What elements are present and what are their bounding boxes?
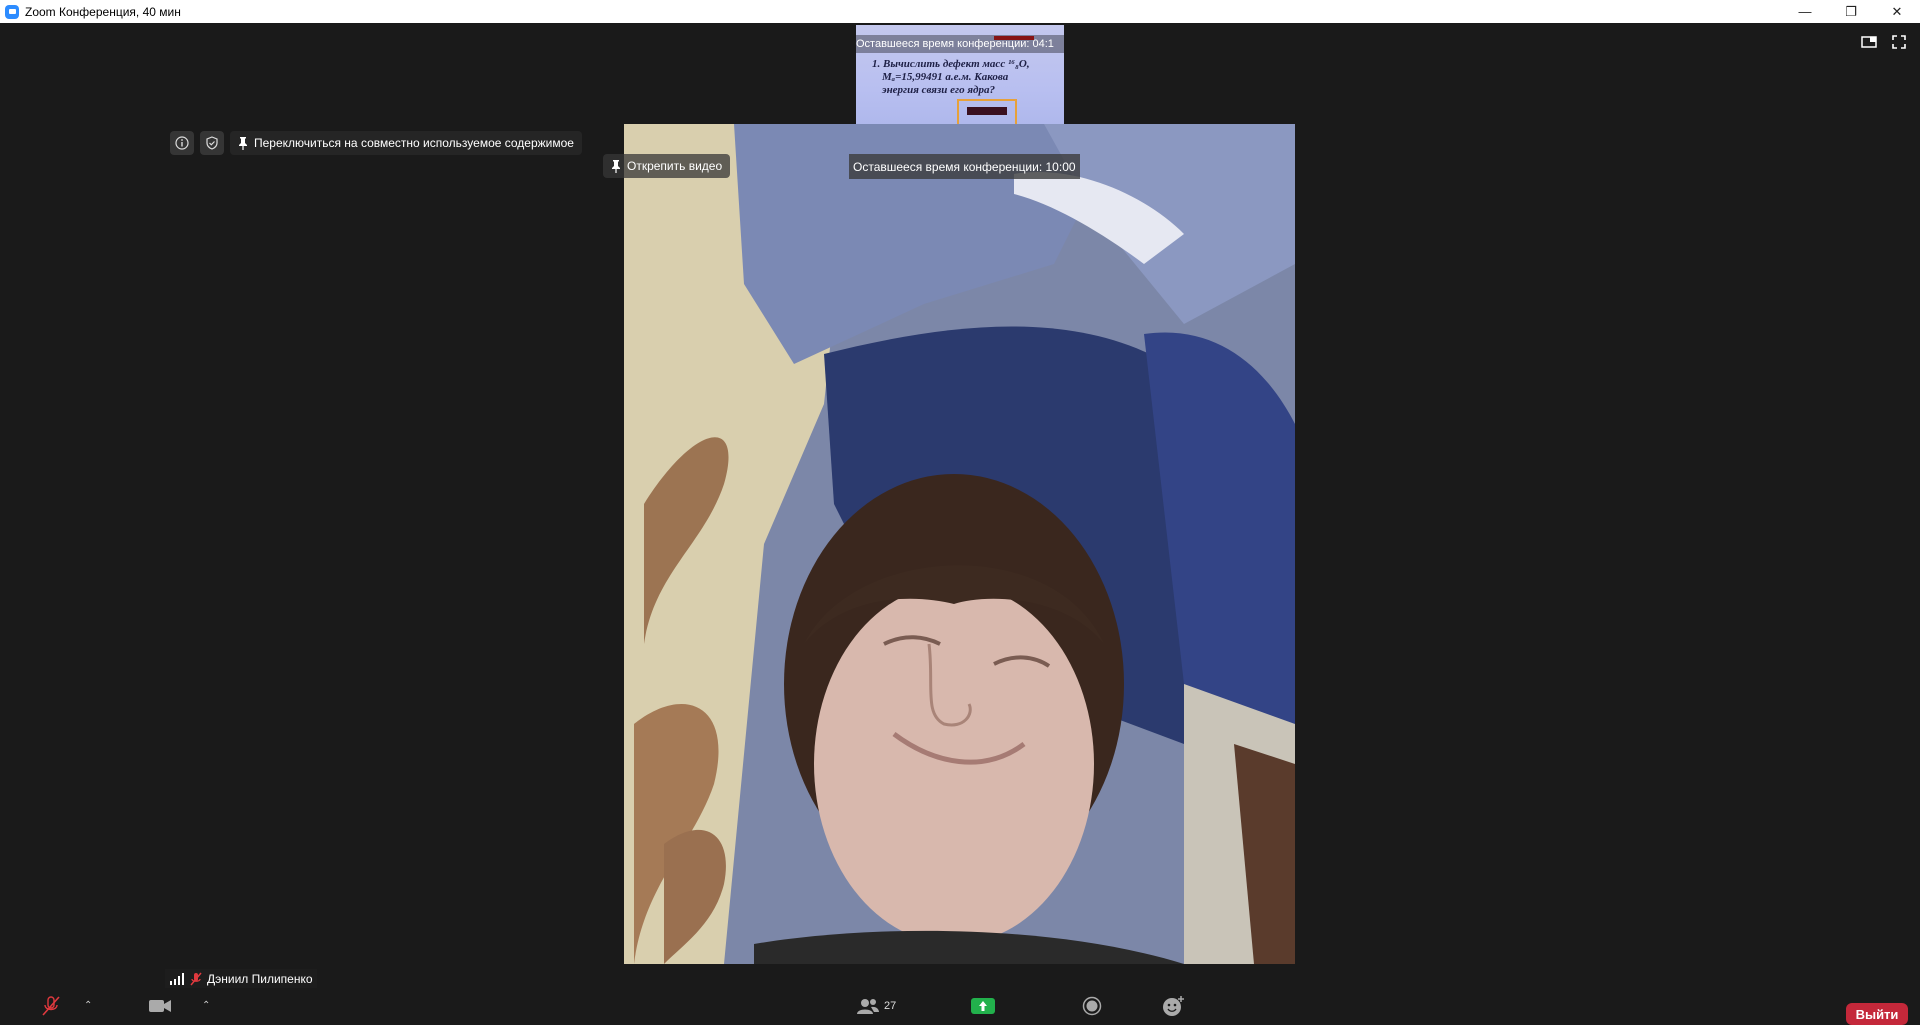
video-info-bar: Переключиться на совместно используемое … — [170, 131, 582, 155]
fullscreen-icon[interactable] — [1890, 33, 1908, 51]
shield-icon[interactable] — [200, 131, 224, 155]
audio-options-caret[interactable]: ⌃ — [84, 994, 92, 1017]
participants-button[interactable]: 27 — [856, 994, 896, 1017]
info-icon[interactable] — [170, 131, 194, 155]
muted-mic-icon — [190, 972, 202, 985]
video-options-caret[interactable]: ⌃ — [202, 994, 210, 1017]
unpin-video-button[interactable]: Открепить видео — [603, 154, 731, 178]
signal-strength-icon — [170, 972, 184, 985]
record-icon — [1082, 996, 1102, 1015]
reactions-button[interactable] — [1162, 994, 1186, 1017]
switch-label: Переключиться на совместно используемое … — [254, 136, 574, 150]
video-frame — [624, 124, 1295, 964]
leave-meeting-button[interactable]: Выйти — [1846, 1003, 1908, 1025]
slide-line-1: 1. Вычислить дефект масс ¹⁶₈O, — [872, 58, 1030, 70]
title-bar: Zoom Конференция, 40 мин — ❐ ✕ — [0, 0, 1920, 23]
participants-icon — [857, 998, 879, 1014]
window-controls: — ❐ ✕ — [1782, 0, 1920, 23]
share-screen-button[interactable] — [971, 994, 995, 1017]
unpin-label: Открепить видео — [627, 159, 723, 173]
timer-text: Оставшееся время конференции: 10:00 — [853, 159, 1076, 174]
muted-mic-icon — [42, 995, 60, 1016]
close-button[interactable]: ✕ — [1874, 0, 1920, 23]
record-button[interactable] — [1082, 994, 1102, 1017]
mute-button[interactable] — [40, 994, 62, 1017]
restore-button[interactable]: ❐ — [1828, 0, 1874, 23]
slide-line-3: энергия связи его ядра? — [882, 84, 995, 96]
active-speaker-video[interactable] — [624, 124, 1295, 964]
participant-name-tag: Дэниил Пилипенко — [165, 969, 317, 988]
participants-count: 27 — [884, 999, 897, 1012]
slide-line-2: Mₐ=15,99491 а.е.м. Какова — [882, 71, 1009, 83]
video-button[interactable] — [148, 994, 172, 1017]
layout-icon[interactable] — [1860, 33, 1878, 51]
view-controls — [1860, 33, 1908, 51]
participant-name: Дэниил Пилипенко — [207, 971, 313, 986]
switch-to-shared-content-button[interactable]: Переключиться на совместно используемое … — [230, 131, 582, 155]
slide-highlight-box — [957, 99, 1017, 127]
camera-icon — [149, 999, 171, 1012]
slide-text: 1. Вычислить дефект масс ¹⁶₈O, Mₐ=15,994… — [872, 58, 1058, 97]
share-screen-icon — [971, 997, 995, 1014]
pin-icon — [239, 137, 247, 150]
pin-icon — [612, 160, 620, 173]
leave-label: Выйти — [1855, 1007, 1899, 1022]
minimize-button[interactable]: — — [1782, 0, 1828, 23]
zoom-app-icon — [5, 4, 19, 19]
thumbnail-timer: Оставшееся время конференции: 04:1 — [856, 35, 1064, 53]
window-title: Zoom Конференция, 40 мин — [25, 4, 181, 19]
reactions-icon — [1163, 995, 1184, 1016]
meeting-timer: Оставшееся время конференции: 10:00 — [849, 154, 1080, 179]
meeting-toolbar: ⌃ ⌃ 27 — [0, 994, 1920, 1017]
